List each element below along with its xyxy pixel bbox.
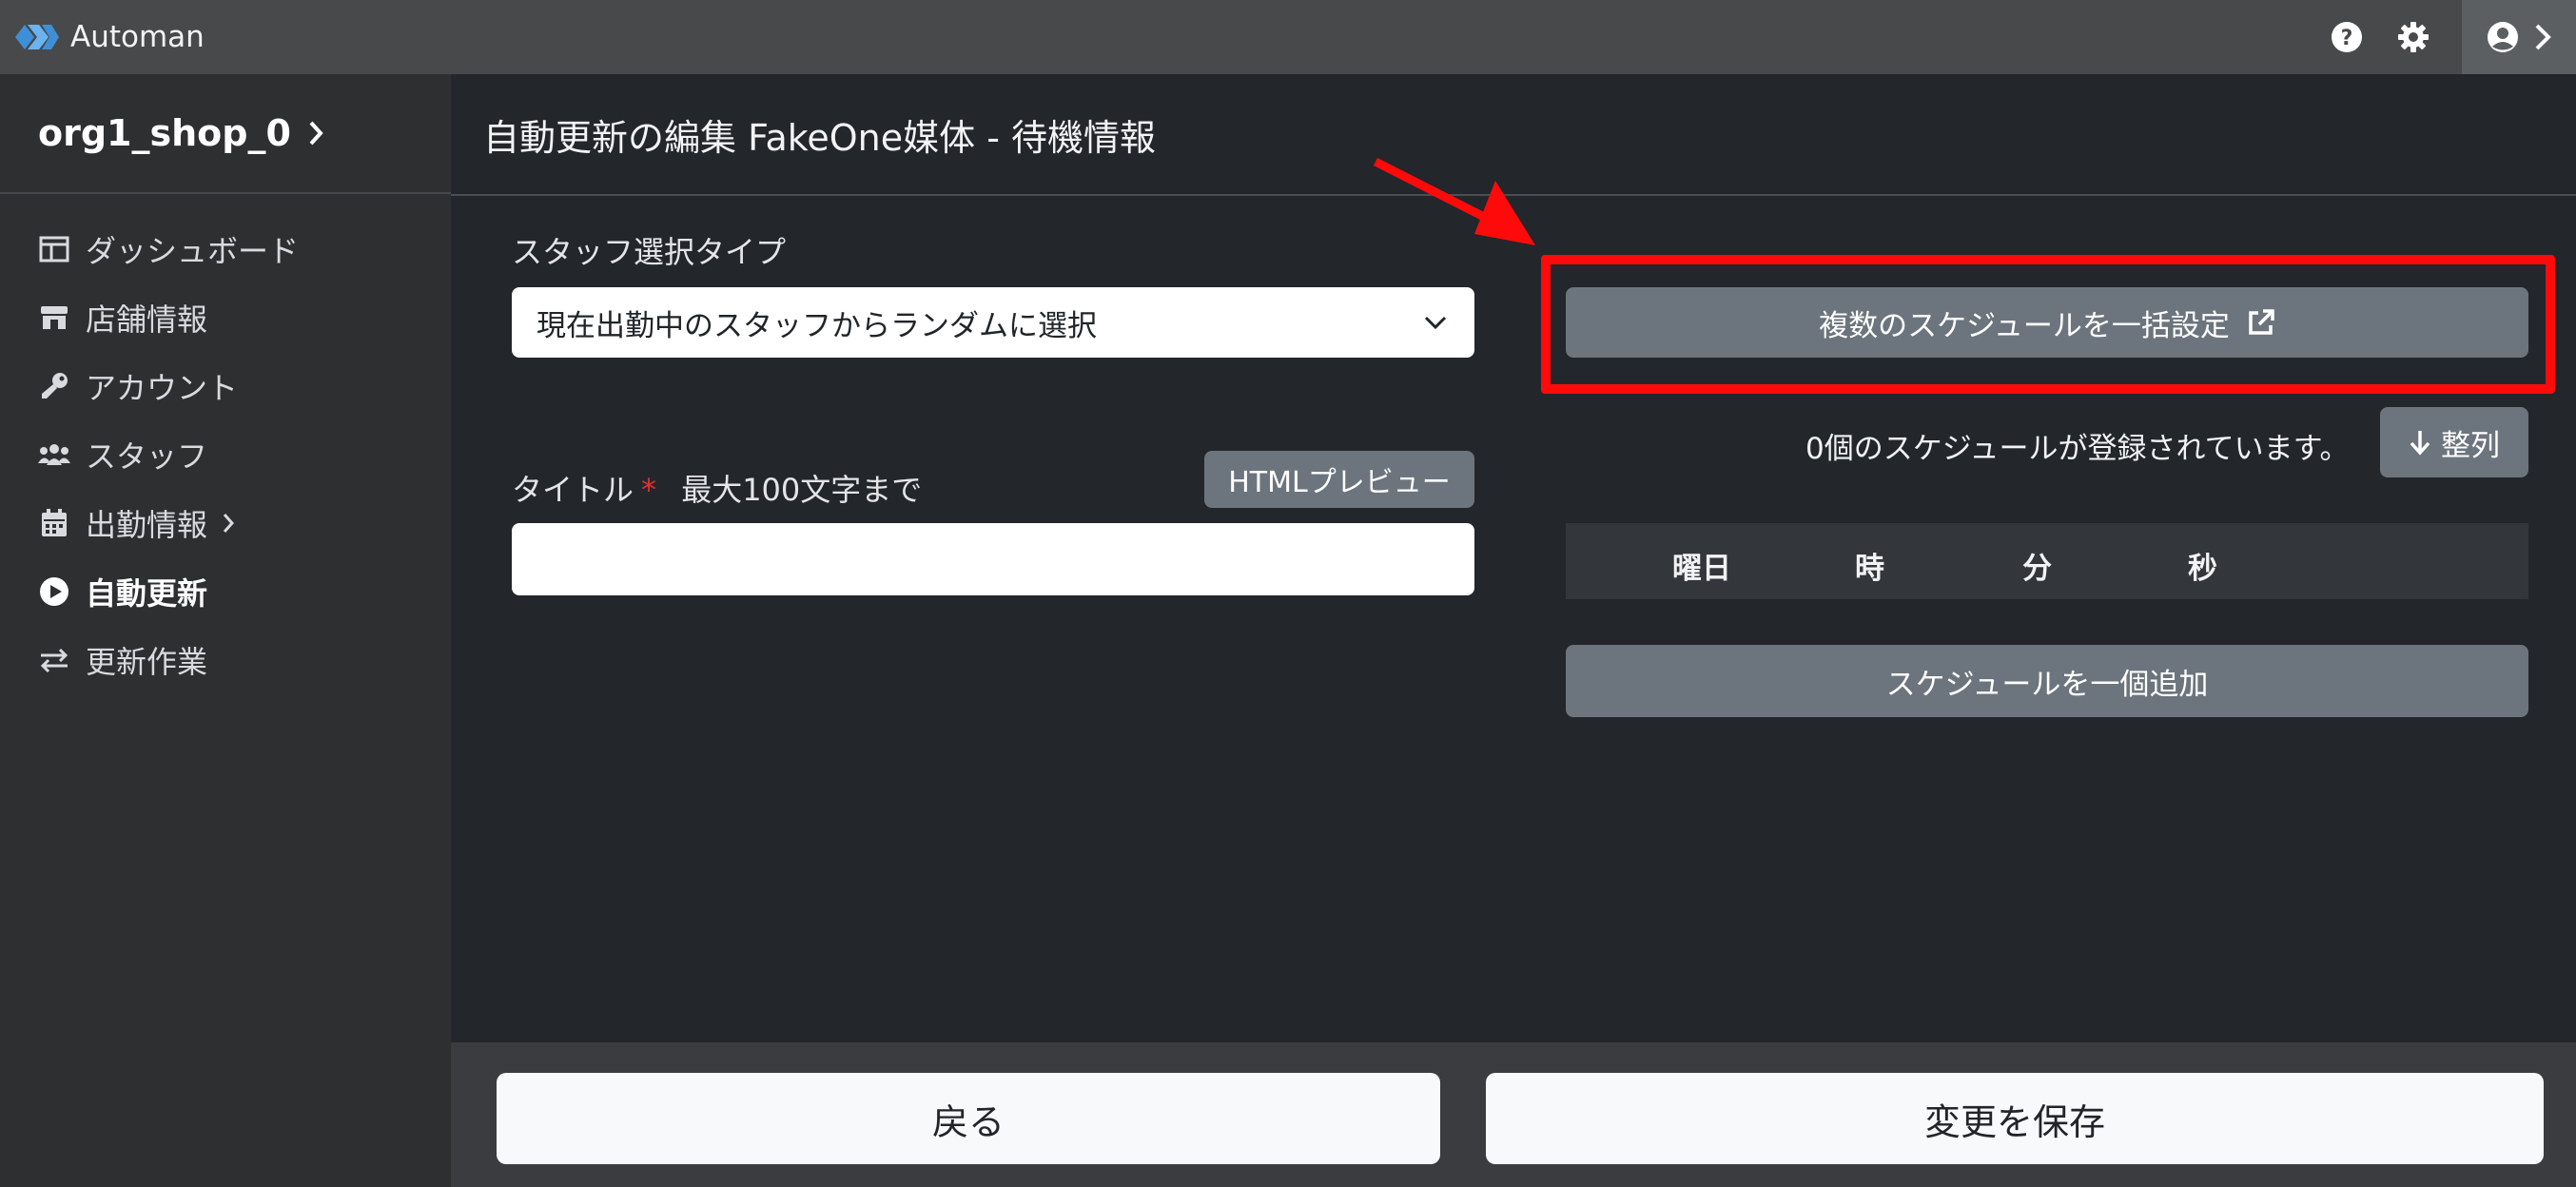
sort-label: 整列 [2441,428,2500,463]
add-schedule-button[interactable]: スケジュールを一個追加 [1566,645,2528,717]
red-arrow-annotation [1373,157,1535,245]
key-icon [38,370,70,402]
sidebar-item-label: 更新作業 [86,644,208,680]
title-label: タイトル [512,472,634,508]
sidebar-item-label: スタッフ [86,438,208,475]
sidebar-item-auto-update[interactable]: 自動更新 [38,557,438,626]
sidebar-item-staff[interactable]: スタッフ [38,420,438,489]
sidebar-item-label: アカウント [86,370,239,406]
save-changes-button[interactable]: 変更を保存 [1486,1073,2544,1164]
sidebar-item-account[interactable]: アカウント [38,352,438,420]
staff-type-value: 現在出勤中のスタッフからランダムに選択 [537,308,1097,343]
user-menu-button[interactable] [2462,0,2576,74]
staff-type-select[interactable]: 現在出勤中のスタッフからランダムに選択 [512,287,1474,358]
title-label-group: タイトル * 最大100文字まで [512,466,922,510]
exchange-icon [38,644,70,676]
sort-button[interactable]: 整列 [2380,407,2528,477]
highlight-box [1541,255,2555,394]
arrow-down-icon [2410,431,2430,456]
column-header-minute: 分 [2022,552,2052,586]
gear-icon[interactable] [2393,17,2433,57]
users-icon [38,438,70,471]
column-header-hour: 時 [1855,552,1884,586]
sidebar-item-attendance[interactable]: 出勤情報 [38,489,438,557]
sidebar-item-label: 自動更新 [86,575,208,612]
back-button[interactable]: 戻る [497,1073,1440,1164]
schedule-count-text: 0個のスケジュールが登録されています。 [1805,432,2350,466]
store-icon [38,302,70,334]
chevron-right-icon [2535,24,2551,50]
title-input[interactable] [512,523,1474,595]
column-header-second: 秒 [2188,552,2217,586]
schedule-table-header: 曜日 時 分 秒 [1566,523,2528,599]
title-hint: 最大100文字まで [681,472,923,508]
chevron-right-icon [223,514,235,533]
play-circle-icon [38,575,70,608]
html-preview-button[interactable]: HTMLプレビュー [1204,451,1474,508]
svg-text:?: ? [2341,27,2353,50]
help-icon[interactable]: ? [2327,17,2367,57]
user-circle-icon [2488,22,2518,52]
column-header-weekday: 曜日 [1672,552,1731,586]
sidebar-nav: ダッシュボード 店舗情報 アカウント スタッフ 出勤情報 自動更新 更新作業 [38,215,438,694]
sidebar-item-store-info[interactable]: 店舗情報 [38,283,438,352]
calendar-icon [38,507,70,539]
footer-bar: 戻る 変更を保存 [451,1042,2576,1187]
required-mark: * [641,472,657,508]
sidebar-item-update-work[interactable]: 更新作業 [38,626,438,694]
sidebar-item-label: 店舗情報 [86,302,208,338]
sidebar-item-label: 出勤情報 [86,507,208,543]
chevron-down-icon [1424,316,1447,330]
